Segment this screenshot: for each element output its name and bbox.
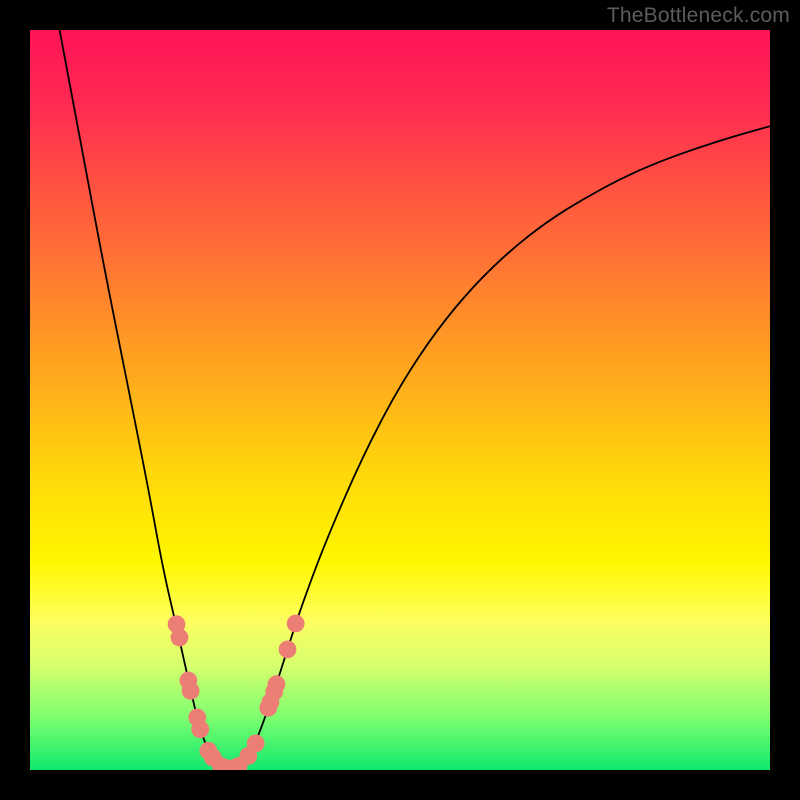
plot-area bbox=[30, 30, 770, 770]
curve-marker bbox=[191, 720, 209, 738]
curve-marker bbox=[182, 682, 200, 700]
curve-marker bbox=[279, 641, 297, 659]
curve-svg bbox=[30, 30, 770, 770]
curve-marker bbox=[268, 675, 286, 693]
watermark-text: TheBottleneck.com bbox=[607, 4, 790, 28]
bottleneck-curve bbox=[60, 30, 770, 768]
curve-marker bbox=[171, 629, 189, 647]
curve-marker bbox=[287, 615, 305, 633]
curve-marker bbox=[247, 734, 265, 752]
curve-markers bbox=[168, 615, 305, 770]
chart-frame: TheBottleneck.com bbox=[0, 0, 800, 800]
